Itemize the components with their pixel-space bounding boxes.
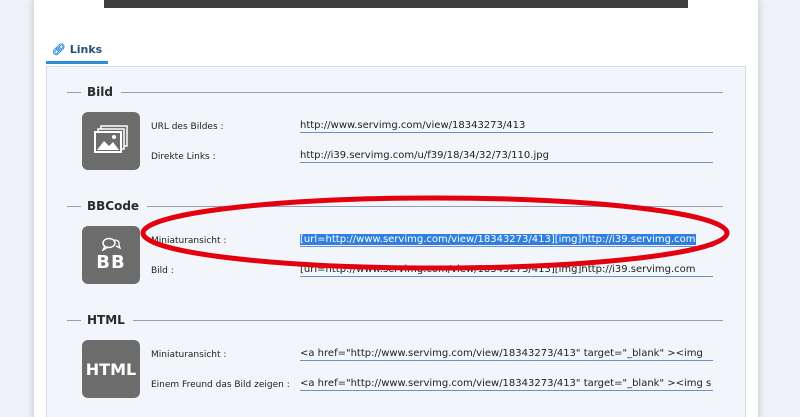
selected-bbcode-text: [url=http://www.servimg.com/view/1834327… (300, 234, 696, 245)
section-header-bild: Bild (67, 85, 723, 99)
bbcode-icon: BB (82, 226, 140, 284)
links-panel: Bild URL des Bildes : http://www.servimg… (46, 66, 746, 417)
html-icon-text: HTML (85, 359, 137, 379)
field-label-share-friend: Einem Freund das Bild zeigen : (151, 380, 290, 390)
field-label-bbcode-thumbnail: Miniaturansicht : (151, 236, 227, 246)
link-icon: 🔗︎ (51, 43, 66, 56)
top-dark-bar (104, 0, 688, 8)
field-label-bbcode-image: Bild : (151, 266, 174, 276)
image-gallery-icon (82, 112, 140, 170)
field-label-html-thumbnail: Miniaturansicht : (151, 350, 227, 360)
bbcode-thumbnail-field[interactable]: [url=http://www.servimg.com/view/1834327… (300, 233, 713, 247)
tab-links-label: Links (69, 43, 103, 56)
speech-bubble-icon (101, 237, 121, 251)
tab-links[interactable]: 🔗︎ Links (46, 38, 108, 64)
section-title-bild: Bild (87, 85, 113, 99)
section-title-bbcode: BBCode (87, 199, 140, 213)
bbcode-image-field[interactable]: [url=http://www.servimg.com/view/1834327… (300, 263, 713, 277)
bbcode-icon-text: BB (96, 252, 126, 273)
html-thumbnail-field[interactable]: <a href="http://www.servimg.com/view/183… (300, 347, 713, 361)
field-label-direct-links: Direkte Links : (151, 152, 216, 162)
html-share-friend-field[interactable]: <a href="http://www.servimg.com/view/183… (300, 377, 713, 391)
section-header-bbcode: BBCode (67, 199, 723, 213)
direct-link-field[interactable]: http://i39.servimg.com/u/f39/18/34/32/73… (300, 149, 713, 163)
section-title-html: HTML (87, 313, 125, 327)
url-field[interactable]: http://www.servimg.com/view/18343273/413 (300, 119, 713, 133)
field-label-url: URL des Bildes : (151, 122, 224, 132)
html-icon: HTML (82, 340, 140, 398)
section-header-html: HTML (67, 313, 723, 327)
